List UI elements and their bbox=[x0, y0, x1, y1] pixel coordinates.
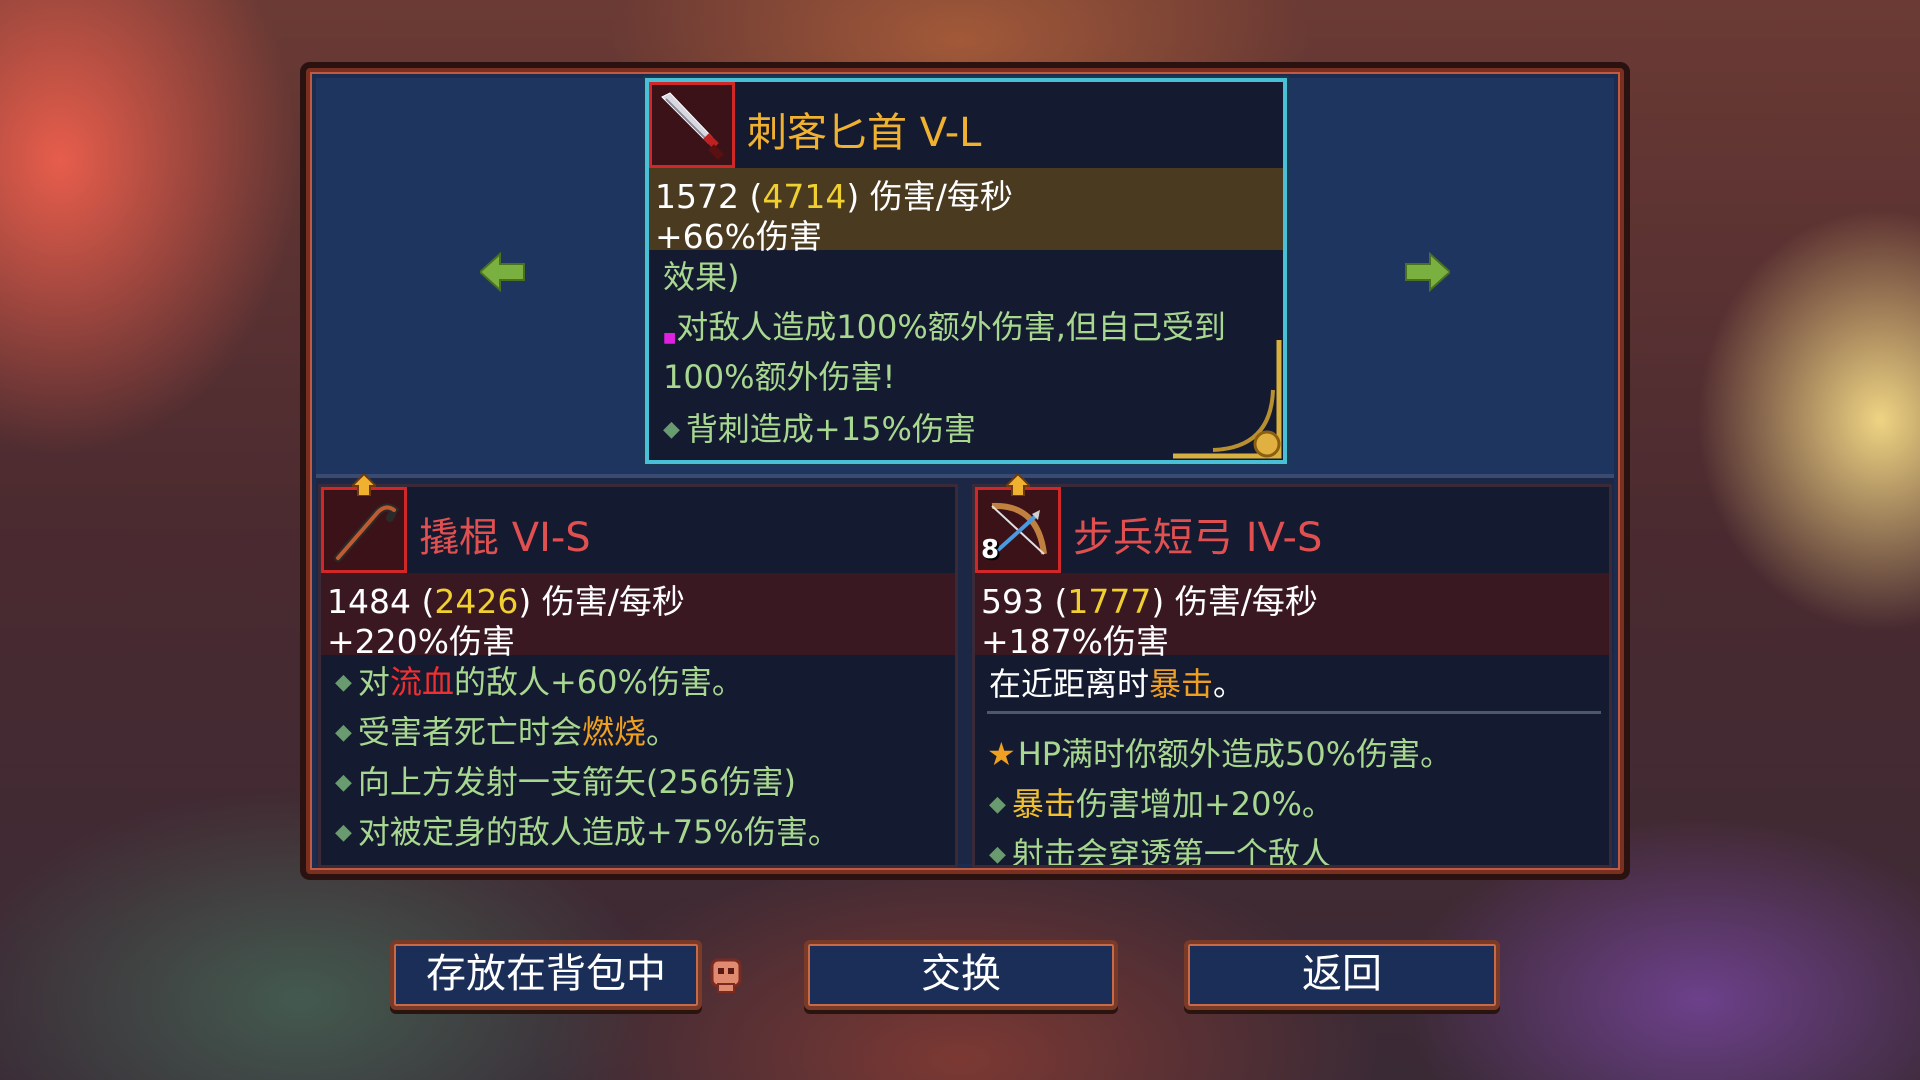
item-effects: 在近距离时暴击。 ★HP满时你额外造成50%伤害。 ◆ 暴击伤害增加+20%。 ◆… bbox=[975, 657, 1609, 865]
item-name: 撬棍 VI-S bbox=[419, 515, 591, 561]
diamond-bullet-icon: ◆ bbox=[335, 670, 352, 695]
effect-line: ◆ 暴击伤害增加+20%。 bbox=[989, 785, 1334, 823]
dps-unit: 伤害/每秒 bbox=[541, 582, 685, 621]
diamond-bullet-icon: ◆ bbox=[335, 820, 352, 845]
swap-button[interactable]: 交换 bbox=[804, 940, 1118, 1010]
item-title-bar: 撬棍 VI-S bbox=[321, 487, 955, 573]
bullet-icon: ■ bbox=[663, 330, 677, 346]
equipped-item-card-right: 8 步兵短弓 IV-S 593 (1777) 伤害/每秒 +187%伤害 在近距… bbox=[972, 484, 1612, 868]
skull-icon bbox=[710, 958, 742, 993]
upgrade-arrow-icon bbox=[1006, 474, 1030, 496]
previous-item-arrow-icon[interactable] bbox=[478, 251, 526, 293]
effect-line: ◆ 对流血的敌人+60%伤害。 bbox=[335, 663, 744, 701]
effect-line: 100%额外伤害! bbox=[663, 358, 896, 396]
effect-line: ◆ 射击会穿透第一个敌人 bbox=[989, 835, 1332, 868]
dps-unit: 伤害/每秒 bbox=[1174, 582, 1318, 621]
gold-corner-ornament-icon bbox=[1173, 340, 1282, 459]
next-item-arrow-icon[interactable] bbox=[1404, 251, 1452, 293]
upgrade-arrow-icon bbox=[352, 474, 376, 496]
diamond-bullet-icon: ◆ bbox=[335, 770, 352, 795]
dagger-icon bbox=[649, 82, 735, 168]
item-effects: ◆ 对流血的敌人+60%伤害。 ◆ 受害者死亡时会燃烧。 ◆ 向上方发射一支箭矢(25… bbox=[321, 657, 955, 865]
item-name: 刺客匕首 V-L bbox=[747, 110, 982, 156]
diamond-bullet-icon: ◆ bbox=[663, 417, 680, 442]
effect-line: ◆ 向上方发射一支箭矢(256伤害) bbox=[335, 763, 796, 801]
star-icon: ★ bbox=[987, 735, 1016, 773]
crowbar-icon bbox=[321, 487, 407, 573]
effect-header: 效果) bbox=[663, 258, 740, 296]
effect-separator bbox=[987, 711, 1601, 714]
effect-line: ◆ 受害者死亡时会燃烧。 bbox=[335, 713, 678, 751]
diamond-bullet-icon: ◆ bbox=[989, 792, 1006, 817]
store-in-backpack-button[interactable]: 存放在背包中 bbox=[390, 940, 702, 1010]
effect-line: ◆ 背刺造成+15%伤害 bbox=[663, 410, 976, 448]
effect-line: ◆ 对被定身的敌人造成+75%伤害。 bbox=[335, 813, 840, 851]
damage-bonus: +220%伤害 bbox=[327, 622, 515, 661]
dps-unit: 伤害/每秒 bbox=[869, 177, 1013, 216]
item-title-bar: 8 步兵短弓 IV-S bbox=[975, 487, 1609, 573]
effect-line: ■对敌人造成100%额外伤害,但自己受到 bbox=[663, 308, 1226, 346]
ammo-count: 8 bbox=[981, 535, 1000, 565]
damage-bonus: +66%伤害 bbox=[655, 217, 822, 256]
selected-item-card: 刺客匕首 V-L 1572 (4714) 伤害/每秒 +66%伤害 效果) ■对… bbox=[645, 78, 1287, 464]
diamond-bullet-icon: ◆ bbox=[989, 842, 1006, 867]
item-title-bar: 刺客匕首 V-L bbox=[649, 82, 1283, 168]
effect-line: ★HP满时你额外造成50%伤害。 bbox=[987, 735, 1453, 773]
equipped-item-card-left: 撬棍 VI-S 1484 (2426) 伤害/每秒 +220%伤害 ◆ 对流血的敌… bbox=[318, 484, 958, 868]
back-button[interactable]: 返回 bbox=[1184, 940, 1500, 1010]
damage-bonus: +187%伤害 bbox=[981, 622, 1169, 661]
item-stats: 1484 (2426) 伤害/每秒 +220%伤害 bbox=[321, 573, 955, 661]
item-stats: 1572 (4714) 伤害/每秒 +66%伤害 bbox=[649, 168, 1283, 256]
diamond-bullet-icon: ◆ bbox=[335, 720, 352, 745]
main-effect-line: 在近距离时暴击。 bbox=[989, 665, 1246, 703]
item-name: 步兵短弓 IV-S bbox=[1073, 515, 1323, 561]
item-stats: 593 (1777) 伤害/每秒 +187%伤害 bbox=[975, 573, 1609, 661]
